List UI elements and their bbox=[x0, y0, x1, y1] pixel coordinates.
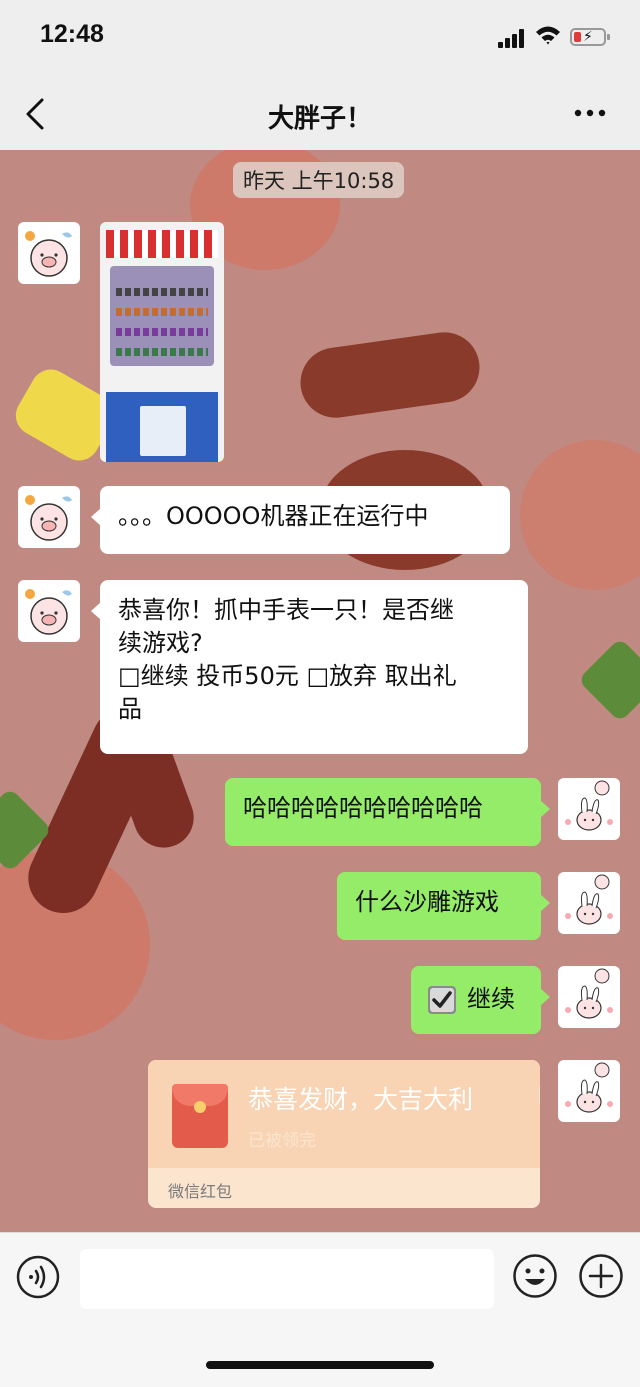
chat-title: 大胖子！ bbox=[267, 104, 372, 134]
plus-icon[interactable] bbox=[578, 1253, 624, 1299]
my-avatar[interactable] bbox=[558, 966, 620, 1028]
status-bar: 12:48 ⚡ bbox=[0, 0, 640, 78]
emoji-icon[interactable] bbox=[512, 1253, 558, 1299]
message-text: 哈哈哈哈哈哈哈哈哈哈 bbox=[243, 794, 483, 822]
my-avatar[interactable] bbox=[558, 778, 620, 840]
my-avatar[interactable] bbox=[558, 872, 620, 934]
status-time: 12:48 bbox=[40, 20, 104, 48]
message-text-line: 续游戏? bbox=[118, 629, 203, 657]
message-text-line: 品 bbox=[118, 695, 142, 723]
signal-icon bbox=[498, 28, 528, 48]
message-text-line: 恭喜你！抓中手表一只！是否继 bbox=[118, 596, 454, 624]
sent-message-bubble[interactable]: 继续 bbox=[411, 966, 550, 1034]
message-timestamp: 昨天 上午10:58 bbox=[233, 162, 405, 198]
image-message[interactable] bbox=[100, 222, 224, 462]
red-packet-message[interactable]: 恭喜发财，大吉大利 已被领完 微信红包 bbox=[148, 1060, 540, 1208]
sent-message-bubble[interactable]: 什么沙雕游戏 bbox=[337, 872, 550, 940]
red-packet-body: 恭喜发财，大吉大利 已被领完 bbox=[148, 1060, 540, 1168]
contact-avatar[interactable] bbox=[18, 580, 80, 642]
my-avatar[interactable] bbox=[558, 1060, 620, 1122]
wallpaper-blob bbox=[577, 637, 640, 723]
chat-area[interactable]: 昨天 上午10:58 。。。OOOOO机器正在运行中 恭喜你！抓中手表一只！是否… bbox=[0, 150, 640, 1232]
contact-avatar[interactable] bbox=[18, 486, 80, 548]
wallpaper-blob bbox=[296, 327, 484, 423]
voice-input-icon[interactable] bbox=[16, 1255, 60, 1299]
red-packet-status: 已被领完 bbox=[248, 1131, 316, 1151]
message-text: 继续 bbox=[467, 985, 515, 1013]
home-indicator bbox=[206, 1361, 434, 1369]
message-input[interactable] bbox=[80, 1249, 494, 1309]
message-text: 。。。OOOOO机器正在运行中 bbox=[118, 502, 429, 530]
sent-message-bubble[interactable]: 哈哈哈哈哈哈哈哈哈哈 bbox=[225, 778, 550, 846]
chat-header: 大胖子！ bbox=[0, 78, 640, 150]
red-packet-label: 微信红包 bbox=[168, 1182, 233, 1201]
checkbox-checked-icon bbox=[428, 986, 456, 1014]
battery-icon: ⚡ bbox=[570, 28, 610, 46]
contact-avatar[interactable] bbox=[18, 222, 80, 284]
red-envelope-icon bbox=[172, 1084, 228, 1148]
more-options-icon[interactable] bbox=[570, 98, 610, 128]
wallpaper-blob bbox=[520, 440, 640, 590]
input-bar bbox=[0, 1232, 640, 1387]
red-packet-title: 恭喜发财，大吉大利 bbox=[248, 1085, 474, 1114]
wifi-icon bbox=[536, 26, 560, 45]
received-message-bubble[interactable]: 。。。OOOOO机器正在运行中 bbox=[91, 486, 510, 554]
message-text: 什么沙雕游戏 bbox=[355, 888, 499, 916]
message-text-line: □继续 投币50元 □放弃 取出礼 bbox=[118, 662, 457, 690]
received-message-bubble[interactable]: 恭喜你！抓中手表一只！是否继 续游戏? □继续 投币50元 □放弃 取出礼 品 bbox=[91, 580, 528, 754]
